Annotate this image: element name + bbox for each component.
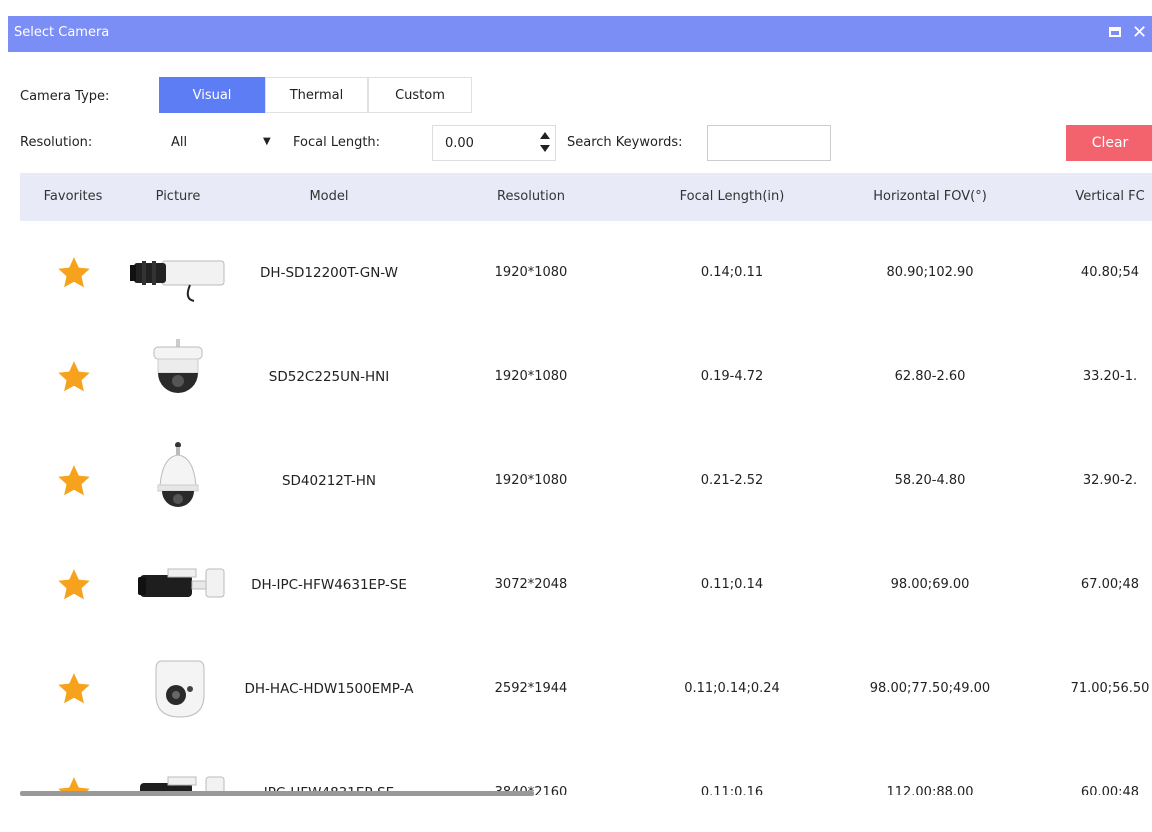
clear-button[interactable]: Clear (1066, 125, 1152, 161)
model-cell: SD40212T-HN (281, 473, 377, 489)
top-strip (0, 0, 1152, 16)
maximize-icon[interactable] (1108, 25, 1124, 41)
star-icon[interactable] (56, 567, 92, 603)
header-model[interactable]: Model (230, 173, 428, 221)
focal-length-input[interactable]: 0.00 (432, 125, 556, 161)
model-cell: DH-HAC-HDW1500EMP-A (244, 681, 414, 697)
header-focal-length[interactable]: Focal Length(in) (634, 173, 830, 221)
table-header: Favorites Picture Model Resolution Focal… (20, 173, 1152, 221)
hfov-cell: 98.00;77.50;49.00 (869, 681, 991, 696)
tab-custom[interactable]: Custom (368, 77, 472, 113)
search-label: Search Keywords: (567, 135, 683, 150)
close-icon[interactable]: ✕ (1132, 24, 1148, 42)
resolution-cell: 2592*1944 (494, 681, 568, 696)
title-bar: Select Camera ✕ (8, 16, 1152, 52)
search-input[interactable] (707, 125, 831, 161)
vfov-cell: 71.00;56.50 (1070, 681, 1150, 696)
resolution-cell: 1920*1080 (494, 369, 568, 384)
bullet-camera-image (138, 568, 225, 598)
table-row[interactable]: DH-SD12200T-GN-W 1920*1080 0.14;0.11 80.… (20, 221, 1152, 325)
spin-up-icon[interactable] (540, 132, 550, 139)
resolution-cell: 3072*2048 (494, 577, 568, 592)
header-resolution[interactable]: Resolution (428, 173, 634, 221)
model-cell: SD52C225UN-HNI (268, 369, 390, 385)
focal-length-cell: 0.19-4.72 (700, 369, 764, 384)
model-cell: DH-IPC-HFW4631EP-SE (251, 577, 407, 593)
hfov-cell: 98.00;69.00 (890, 577, 970, 592)
table-row[interactable]: SD40212T-HN 1920*1080 0.21-2.52 58.20-4.… (20, 429, 1152, 533)
header-favorites[interactable]: Favorites (20, 173, 126, 221)
resolution-cell: 1920*1080 (494, 265, 568, 280)
spin-down-icon[interactable] (540, 145, 550, 152)
star-icon[interactable] (56, 463, 92, 499)
model-cell: DH-SD12200T-GN-W (260, 265, 398, 281)
vfov-cell: 40.80;54 (1080, 265, 1140, 280)
resolution-select[interactable]: All ▼ (159, 126, 283, 160)
header-vertical-fov[interactable]: Vertical FC (1030, 173, 1152, 221)
dropdown-arrow-icon: ▼ (263, 136, 271, 147)
star-icon[interactable] (56, 359, 92, 395)
focal-length-cell: 0.11;0.16 (700, 785, 764, 795)
table-body: DH-SD12200T-GN-W 1920*1080 0.14;0.11 80.… (20, 221, 1152, 795)
tab-thermal[interactable]: Thermal (265, 77, 368, 113)
hfov-cell: 62.80-2.60 (894, 369, 966, 384)
focal-length-cell: 0.14;0.11 (700, 265, 764, 280)
model-cell: IPC-HFW4831EP-SE (263, 785, 395, 795)
vfov-cell: 32.90-2. (1082, 473, 1138, 488)
focal-length-value: 0.00 (445, 136, 474, 151)
tab-visual[interactable]: Visual (159, 77, 265, 113)
eyeball-camera-image (155, 660, 205, 718)
bullet-camera-image (140, 776, 225, 795)
resolution-cell: 1920*1080 (494, 473, 568, 488)
focal-length-label: Focal Length: (293, 135, 381, 150)
ptz-dome-camera-image (153, 339, 203, 393)
vfov-cell: 67.00;48 (1080, 577, 1140, 592)
star-icon[interactable] (56, 671, 92, 707)
star-icon[interactable] (56, 255, 92, 291)
hfov-cell: 58.20-4.80 (894, 473, 966, 488)
box-camera-image (130, 260, 225, 302)
focal-length-cell: 0.21-2.52 (700, 473, 764, 488)
hfov-cell: 112.00;88.00 (886, 785, 974, 795)
table-row[interactable]: IPC-HFW4831EP-SE 3840*2160 0.11;0.16 112… (20, 741, 1152, 795)
horizontal-scrollbar[interactable] (20, 791, 534, 796)
header-picture[interactable]: Picture (126, 173, 230, 221)
resolution-value: All (171, 135, 188, 150)
focal-length-cell: 0.11;0.14 (700, 577, 764, 592)
table-row[interactable]: DH-HAC-HDW1500EMP-A 2592*1944 0.11;0.14;… (20, 637, 1152, 741)
vfov-cell: 60.00;48 (1080, 785, 1140, 795)
resolution-label: Resolution: (20, 135, 93, 150)
window-title: Select Camera (14, 25, 110, 40)
speed-dome-camera-image (157, 442, 199, 507)
vfov-cell: 33.20-1. (1082, 369, 1138, 384)
focal-length-cell: 0.11;0.14;0.24 (684, 681, 780, 696)
table-row[interactable]: SD52C225UN-HNI 1920*1080 0.19-4.72 62.80… (20, 325, 1152, 429)
camera-type-label: Camera Type: (20, 89, 110, 104)
spinner[interactable] (540, 130, 552, 158)
resolution-cell: 3840*2160 (494, 785, 568, 795)
camera-type-tabs: Visual Thermal Custom (159, 77, 472, 113)
hfov-cell: 80.90;102.90 (886, 265, 974, 280)
header-horizontal-fov[interactable]: Horizontal FOV(°) (830, 173, 1030, 221)
table-row[interactable]: DH-IPC-HFW4631EP-SE 3072*2048 0.11;0.14 … (20, 533, 1152, 637)
